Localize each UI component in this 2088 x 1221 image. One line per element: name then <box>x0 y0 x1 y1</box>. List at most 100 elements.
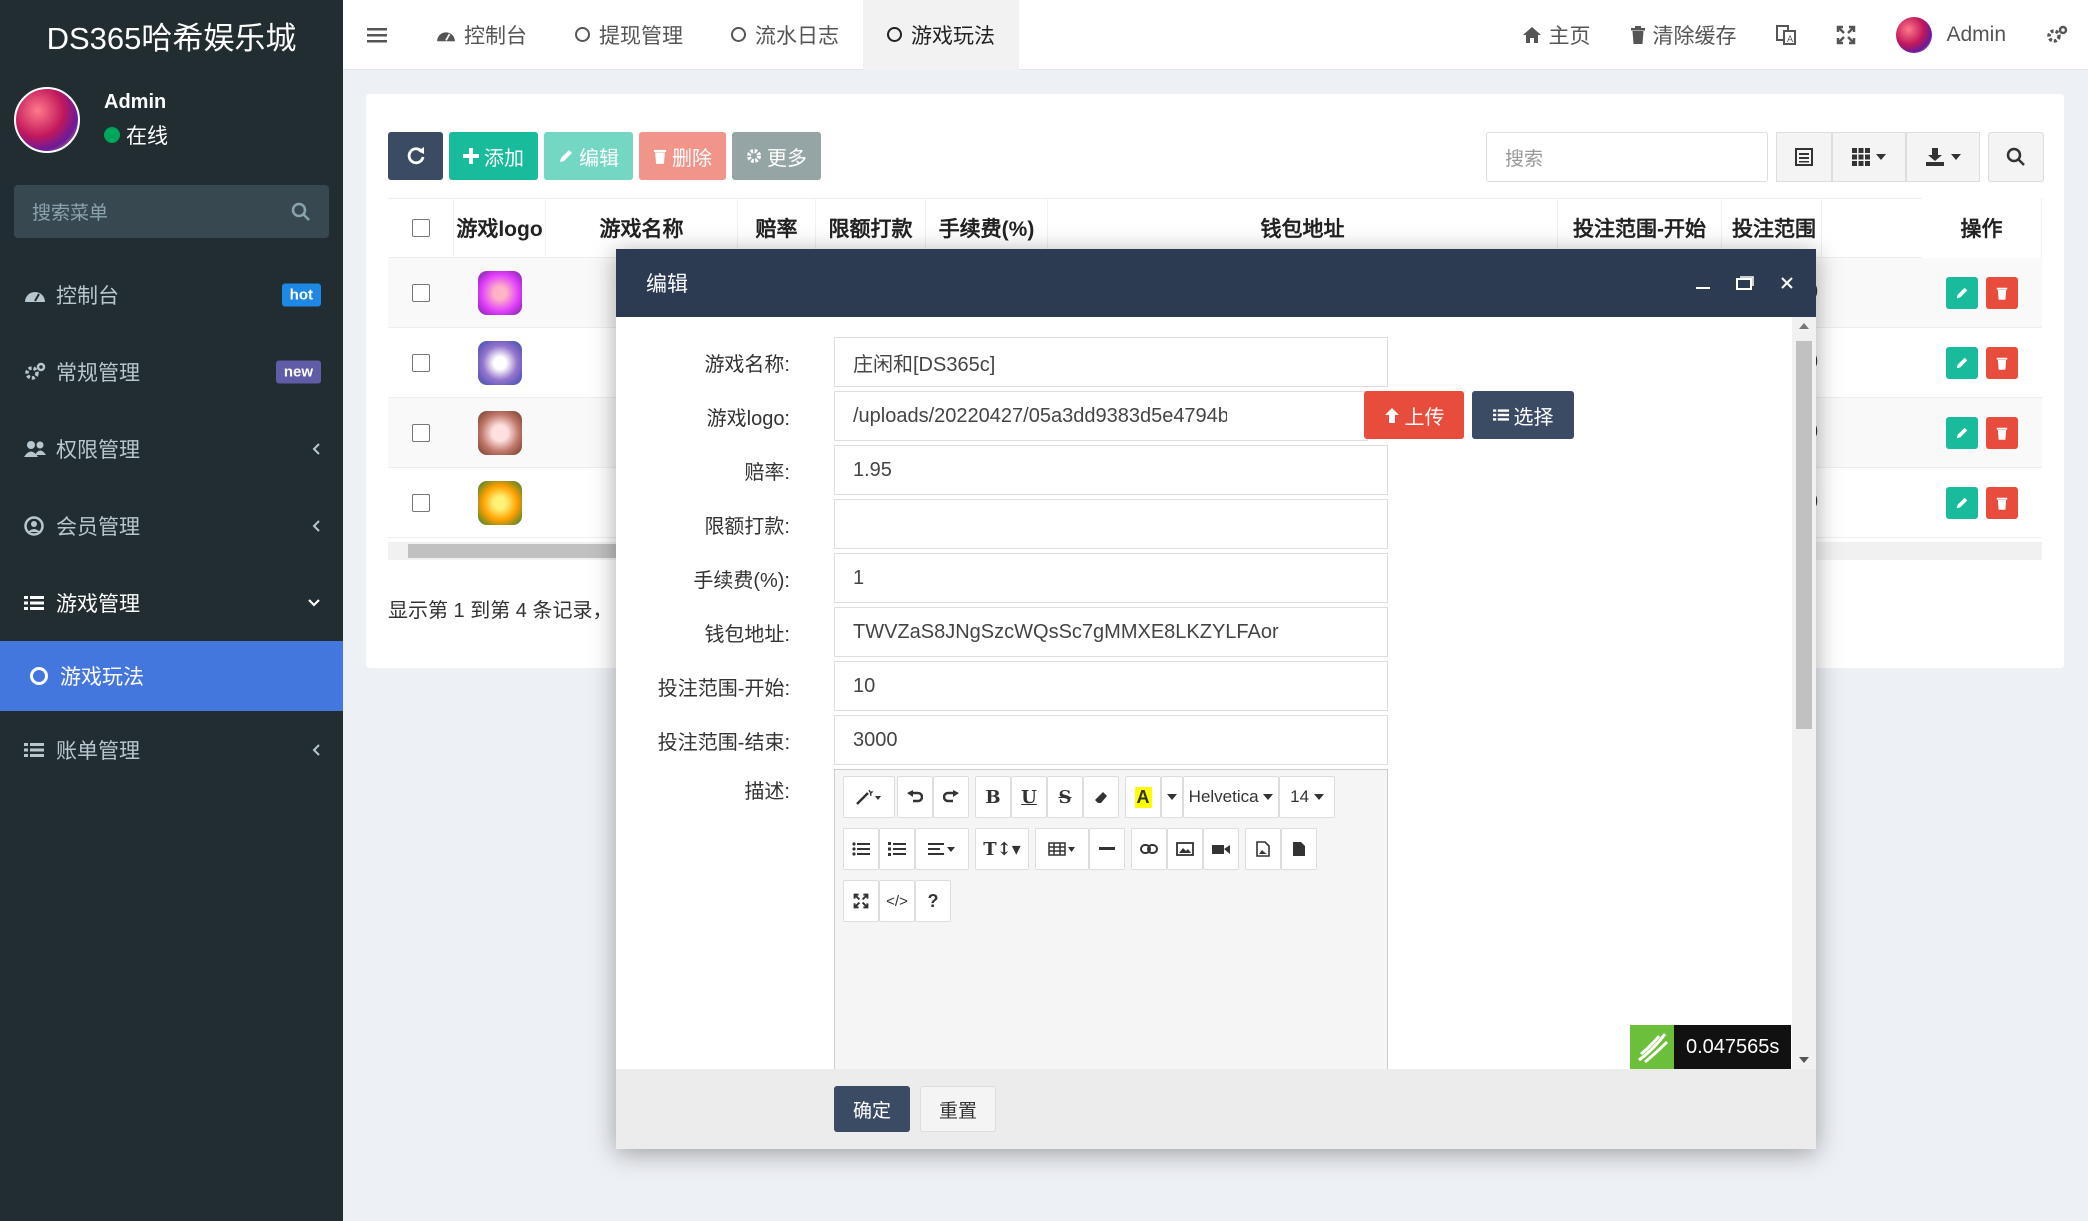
row-checkbox[interactable] <box>412 493 430 512</box>
avatar <box>1896 16 1933 53</box>
minimize-icon[interactable] <box>1696 276 1710 290</box>
export-button[interactable] <box>1906 132 1980 182</box>
toggle-view-button[interactable] <box>1776 132 1832 182</box>
row-checkbox[interactable] <box>412 423 430 442</box>
more-button[interactable]: 更多 <box>732 132 821 180</box>
row-delete-button[interactable] <box>1986 276 2018 309</box>
row-edit-button[interactable] <box>1946 486 1978 519</box>
upload-label: 上传 <box>1404 406 1445 429</box>
game-logo-field[interactable]: /uploads/20220427/05a3dd9383d5e4794be488… <box>834 391 1368 441</box>
refresh-button[interactable] <box>388 132 443 180</box>
sidebar-item-dashboard[interactable]: 控制台 hot <box>0 256 343 333</box>
user-name: Admin <box>104 90 167 113</box>
image-button[interactable] <box>1167 828 1203 870</box>
odds-field[interactable]: 1.95 <box>834 445 1388 495</box>
row-edit-button[interactable] <box>1946 416 1978 449</box>
ordered-list-button[interactable] <box>879 828 915 870</box>
strikethrough-button[interactable]: S <box>1047 776 1083 818</box>
caret-down-icon <box>1313 794 1324 800</box>
link-button[interactable] <box>1131 828 1167 870</box>
sidebar-toggle-button[interactable] <box>343 0 411 70</box>
confirm-button[interactable]: 确定 <box>834 1086 910 1132</box>
eraser-button[interactable] <box>1083 776 1119 818</box>
settings-button[interactable] <box>2026 0 2088 70</box>
text-color-button[interactable]: A <box>1125 776 1161 818</box>
sidebar-item-members[interactable]: 会员管理 <box>0 487 343 564</box>
code-view-button[interactable]: </> <box>879 880 915 922</box>
row-delete-button[interactable] <box>1986 346 2018 379</box>
hamburger-icon <box>367 27 387 42</box>
paragraph-align-button[interactable] <box>915 828 969 870</box>
game-name-field[interactable]: 庄闲和[DS365c] <box>834 337 1388 387</box>
clear-cache-button[interactable]: 清除缓存 <box>1610 0 1756 70</box>
redo-button[interactable] <box>933 776 969 818</box>
magic-wand-button[interactable] <box>843 776 895 818</box>
tab-withdrawals[interactable]: 提现管理 <box>551 0 707 70</box>
scroll-thumb[interactable] <box>1796 341 1812 729</box>
sidebar-item-bills[interactable]: 账单管理 <box>0 711 343 788</box>
maximize-icon[interactable] <box>1736 276 1754 290</box>
expand-icon <box>1837 25 1856 44</box>
sidebar-item-general[interactable]: 常规管理 new <box>0 333 343 410</box>
menu-search-input[interactable]: 搜索菜单 <box>14 185 329 238</box>
row-checkbox[interactable] <box>412 353 430 372</box>
insert-image-file-button[interactable] <box>1245 828 1281 870</box>
row-checkbox[interactable] <box>412 283 430 302</box>
brand-title[interactable]: DS365哈希娱乐城 <box>0 0 343 70</box>
choose-button[interactable]: 选择 <box>1472 391 1574 439</box>
columns-button[interactable] <box>1832 132 1906 182</box>
form-row-logo: 游戏logo: <box>616 391 790 441</box>
undo-icon <box>907 790 923 803</box>
fee-field[interactable]: 1 <box>834 553 1388 603</box>
add-button[interactable]: 添加 <box>449 132 538 180</box>
modal-vertical-scrollbar[interactable] <box>1792 317 1816 1069</box>
tab-flow-log[interactable]: 流水日志 <box>707 0 863 70</box>
scroll-up-icon[interactable] <box>1792 317 1816 335</box>
tab-game-play[interactable]: 游戏玩法 <box>863 0 1019 70</box>
scroll-down-icon[interactable] <box>1792 1051 1816 1069</box>
font-size-select[interactable]: 14 <box>1279 776 1335 818</box>
wallet-field[interactable]: TWVZaS8JNgSzcWQsSc7gMMXE8LKZYLFAor <box>834 607 1388 657</box>
video-button[interactable] <box>1203 828 1239 870</box>
undo-button[interactable] <box>897 776 933 818</box>
row-edit-button[interactable] <box>1946 346 1978 379</box>
close-icon[interactable] <box>1780 276 1794 290</box>
range-end-field[interactable]: 3000 <box>834 715 1388 765</box>
debug-timer[interactable]: 0.047565s <box>1630 1025 1792 1069</box>
bold-button[interactable]: B <box>975 776 1011 818</box>
translate-button[interactable]: A <box>1756 0 1816 70</box>
delete-button[interactable]: 删除 <box>639 132 726 180</box>
sidebar-item-games[interactable]: 游戏管理 <box>0 564 343 641</box>
line-height-button[interactable]: T↕▾ <box>975 828 1029 870</box>
edit-button[interactable]: 编辑 <box>544 132 633 180</box>
horizontal-rule-button[interactable] <box>1089 828 1125 870</box>
fullscreen-editor-button[interactable] <box>843 880 879 922</box>
fullscreen-button[interactable] <box>1816 0 1876 70</box>
text-color-dropdown[interactable] <box>1161 776 1183 818</box>
list-alt-icon <box>1795 148 1813 166</box>
tab-dashboard[interactable]: 控制台 <box>411 0 551 70</box>
insert-file-button[interactable] <box>1281 828 1317 870</box>
upload-button[interactable]: 上传 <box>1364 391 1464 439</box>
row-edit-button[interactable] <box>1946 276 1978 309</box>
row-delete-button[interactable] <box>1986 486 2018 519</box>
search-icon[interactable] <box>291 202 311 222</box>
reset-button[interactable]: 重置 <box>920 1086 996 1132</box>
font-family-select[interactable]: Helvetica <box>1183 776 1279 818</box>
unordered-list-button[interactable] <box>843 828 879 870</box>
range-start-field[interactable]: 10 <box>834 661 1388 711</box>
help-button[interactable]: ? <box>915 880 951 922</box>
limit-field[interactable] <box>834 499 1388 549</box>
row-delete-button[interactable] <box>1986 416 2018 449</box>
sidebar-item-permissions[interactable]: 权限管理 <box>0 410 343 487</box>
select-all-checkbox[interactable] <box>411 219 430 237</box>
admin-menu[interactable]: Admin <box>1876 0 2026 70</box>
rich-text-editor[interactable]: B U S A Helvetica 14 T↕▾ </> ? <box>834 769 1388 1069</box>
underline-button[interactable]: U <box>1011 776 1047 818</box>
search-button[interactable] <box>1988 132 2044 182</box>
home-link[interactable]: 主页 <box>1502 0 1610 70</box>
sidebar-subitem-game-play[interactable]: 游戏玩法 <box>0 641 343 711</box>
table-search-input[interactable]: 搜索 <box>1486 132 1768 182</box>
table-insert-button[interactable] <box>1035 828 1089 870</box>
plus-icon <box>463 148 479 164</box>
